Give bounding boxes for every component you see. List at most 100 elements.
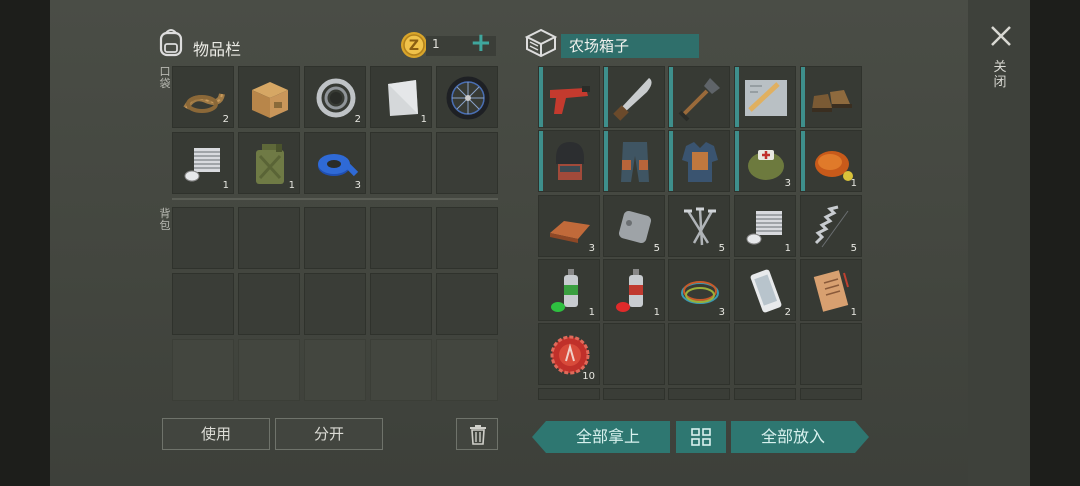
- item-count: 3: [588, 243, 595, 254]
- diary-icon: [813, 270, 849, 312]
- empty-slot[interactable]: [172, 273, 234, 335]
- wires-icon: [681, 281, 719, 304]
- item-count: 1: [850, 307, 857, 318]
- item-slot[interactable]: [668, 130, 730, 192]
- item-slot[interactable]: 1: [800, 259, 862, 321]
- item-count: 3: [784, 178, 791, 189]
- empty-slot[interactable]: [800, 323, 862, 385]
- item-slot[interactable]: 1: [603, 259, 665, 321]
- item-slot[interactable]: [538, 66, 600, 128]
- gold-coin-icon: Z: [401, 32, 427, 58]
- item-slot[interactable]: 2: [304, 66, 366, 128]
- item-slot[interactable]: 3: [538, 195, 600, 257]
- item-slot[interactable]: [238, 66, 300, 128]
- empty-slot[interactable]: [238, 207, 300, 269]
- empty-slot[interactable]: [370, 273, 432, 335]
- item-slot[interactable]: 3: [734, 130, 796, 192]
- put-all-button[interactable]: 全部放入: [731, 421, 855, 453]
- item-count: 2: [354, 114, 361, 125]
- backpack-label: 背包: [159, 207, 171, 232]
- split-button[interactable]: 分开: [275, 418, 383, 450]
- empty-slot[interactable]: [238, 339, 300, 401]
- helmet-icon: [556, 142, 584, 180]
- machete-icon: [613, 78, 652, 121]
- item-slot[interactable]: 1: [800, 130, 862, 192]
- empty-slot[interactable]: [172, 207, 234, 269]
- empty-slot[interactable]: [304, 207, 366, 269]
- trash-button[interactable]: [456, 418, 498, 450]
- item-slot[interactable]: 3: [304, 132, 366, 194]
- grid-sort-icon: [691, 428, 711, 446]
- empty-slot[interactable]: [370, 132, 432, 194]
- item-slot[interactable]: 5: [603, 195, 665, 257]
- empty-slot[interactable]: [304, 339, 366, 401]
- empty-slot[interactable]: [734, 323, 796, 385]
- first-aid-bag-icon: [748, 150, 784, 180]
- svg-text:Z: Z: [409, 38, 419, 54]
- empty-slot[interactable]: [800, 388, 862, 400]
- pocket-divider: [172, 198, 498, 200]
- nails-icon: [684, 207, 716, 246]
- empty-slot[interactable]: [436, 207, 498, 269]
- armored-pants-icon: [621, 142, 649, 182]
- empty-slot[interactable]: [238, 273, 300, 335]
- item-slot[interactable]: [734, 66, 796, 128]
- item-slot[interactable]: [603, 130, 665, 192]
- empty-slot[interactable]: [668, 388, 730, 400]
- item-count: 2: [784, 307, 791, 318]
- empty-slot[interactable]: [734, 388, 796, 400]
- empty-slot[interactable]: [304, 273, 366, 335]
- item-count: 1: [850, 178, 857, 189]
- boots-icon: [812, 90, 852, 112]
- use-button[interactable]: 使用: [162, 418, 270, 450]
- metal-sheet-icon: [388, 80, 418, 116]
- item-slot[interactable]: 2: [734, 259, 796, 321]
- item-slot[interactable]: [668, 66, 730, 128]
- empty-slot[interactable]: [668, 323, 730, 385]
- empty-slot[interactable]: [603, 388, 665, 400]
- item-slot[interactable]: 5: [668, 195, 730, 257]
- close-icon[interactable]: [989, 24, 1013, 48]
- engine-cylinder-icon: [746, 211, 782, 245]
- item-slot[interactable]: 5: [800, 195, 862, 257]
- inventory-title: 物品栏: [193, 40, 242, 59]
- spray-paint-green-icon: [551, 269, 578, 312]
- item-slot[interactable]: 1: [538, 259, 600, 321]
- trash-icon: [470, 425, 486, 445]
- item-count: 1: [420, 114, 427, 125]
- empty-slot[interactable]: [172, 339, 234, 401]
- item-count: 3: [354, 180, 361, 191]
- item-slot[interactable]: 2: [172, 66, 234, 128]
- item-slot[interactable]: 10: [538, 323, 600, 385]
- empty-slot[interactable]: [370, 207, 432, 269]
- item-slot[interactable]: 1: [172, 132, 234, 194]
- item-slot[interactable]: 1: [734, 195, 796, 257]
- take-all-button[interactable]: 全部拿上: [546, 421, 670, 453]
- item-count: 5: [653, 243, 660, 254]
- empty-slot[interactable]: [436, 273, 498, 335]
- roast-chicken-icon: [815, 151, 853, 181]
- add-coins-button[interactable]: +: [470, 28, 492, 58]
- item-count: 5: [850, 243, 857, 254]
- storage-box-icon: [524, 28, 558, 58]
- empty-slot[interactable]: [370, 339, 432, 401]
- close-label[interactable]: 关闭: [992, 60, 1008, 90]
- sort-button[interactable]: [676, 421, 726, 453]
- item-count: 1: [588, 307, 595, 318]
- item-slot[interactable]: [603, 66, 665, 134]
- item-count: 2: [222, 114, 229, 125]
- empty-slot[interactable]: [436, 132, 498, 194]
- item-slot[interactable]: [436, 66, 498, 128]
- item-slot[interactable]: [800, 66, 862, 128]
- empty-slot[interactable]: [538, 388, 600, 400]
- empty-slot[interactable]: [436, 339, 498, 401]
- item-count: 10: [582, 371, 595, 382]
- item-slot[interactable]: 1: [370, 66, 432, 128]
- item-slot[interactable]: [538, 130, 600, 192]
- item-slot[interactable]: 3: [668, 259, 730, 321]
- item-slot[interactable]: 1: [238, 132, 300, 194]
- cardboard-box-icon: [252, 82, 288, 118]
- empty-slot[interactable]: [603, 323, 665, 385]
- item-count: 1: [288, 180, 295, 191]
- bicycle-wheel-icon: [446, 76, 490, 120]
